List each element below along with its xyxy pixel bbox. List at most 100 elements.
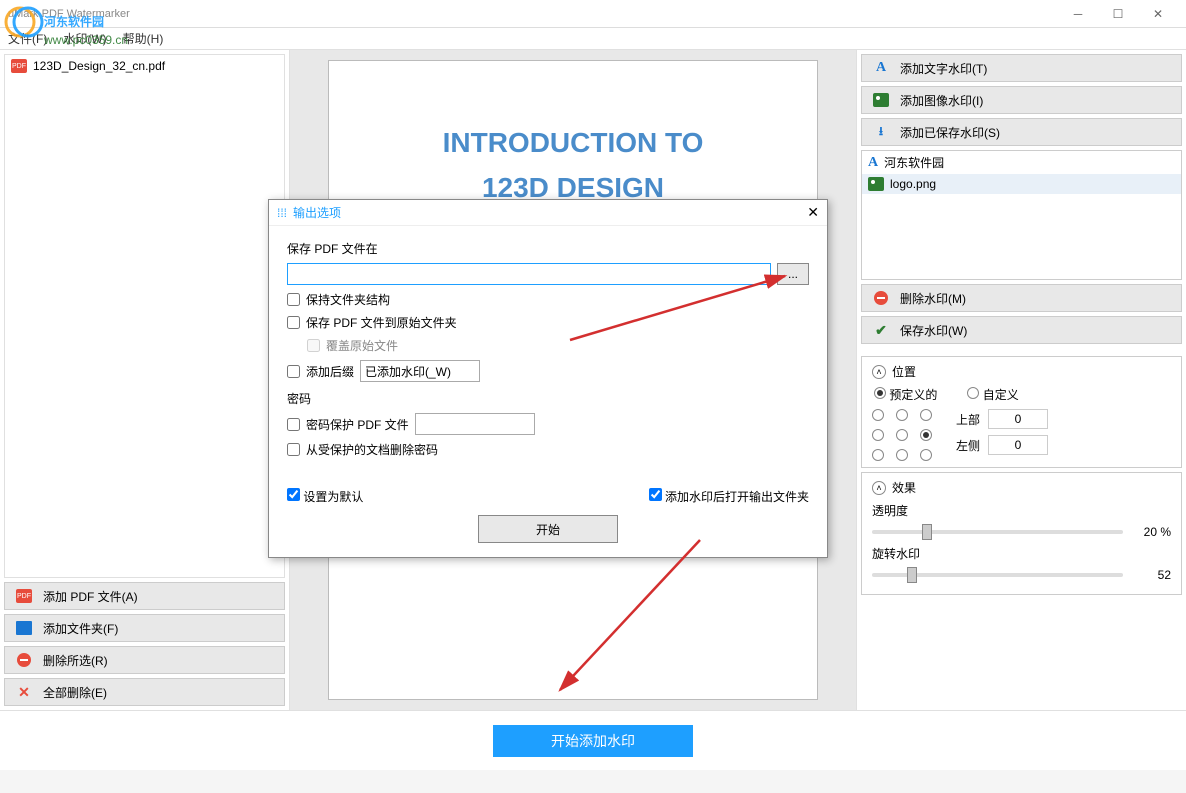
- add-suffix-label: 添加后缀: [306, 363, 354, 380]
- password-input[interactable]: [415, 413, 535, 435]
- custom-radio[interactable]: 自定义: [967, 386, 1018, 403]
- app-title: uMark PDF Watermarker: [8, 8, 130, 20]
- x-icon: ✕: [15, 684, 33, 701]
- rotate-value: 52: [1131, 568, 1171, 582]
- save-to-original-checkbox[interactable]: [287, 316, 300, 329]
- dialog-titlebar: ⁞⁞⁞ 输出选项 ✕: [269, 200, 827, 226]
- pos-tl[interactable]: [872, 409, 884, 421]
- opacity-value: 20 %: [1131, 525, 1171, 539]
- menubar: 文件(F) 水印(W) 帮助(H): [0, 28, 1186, 50]
- dialog-footer: 设置为默认 添加水印后打开输出文件夹: [269, 478, 827, 515]
- add-text-watermark-button[interactable]: A 添加文字水印(T): [861, 54, 1182, 82]
- saved-icon: ⭳: [872, 122, 890, 143]
- left-input[interactable]: [988, 435, 1048, 455]
- overwrite-label: 覆盖原始文件: [326, 337, 398, 354]
- position-inputs: 上部 左侧: [956, 409, 1048, 461]
- titlebar: uMark PDF Watermarker ─ ☐ ✕: [0, 0, 1186, 28]
- section-header[interactable]: ˄ 位置: [872, 363, 1171, 380]
- pos-tc[interactable]: [896, 409, 908, 421]
- overwrite-checkbox[interactable]: [307, 339, 320, 352]
- predefined-radio[interactable]: 预定义的: [874, 386, 937, 403]
- pos-bl[interactable]: [872, 449, 884, 461]
- position-grid-row: 上部 左侧: [872, 409, 1171, 461]
- position-section: ˄ 位置 预定义的 自定义: [861, 356, 1182, 468]
- dialog-start-button[interactable]: 开始: [478, 515, 618, 543]
- menu-help[interactable]: 帮助(H): [123, 30, 164, 47]
- pos-mr[interactable]: [920, 429, 932, 441]
- section-title: 效果: [892, 479, 916, 496]
- add-image-watermark-button[interactable]: 添加图像水印(I): [861, 86, 1182, 114]
- set-default-option[interactable]: 设置为默认: [287, 488, 363, 505]
- password-protect-checkbox[interactable]: [287, 418, 300, 431]
- browse-button[interactable]: ...: [777, 263, 809, 285]
- add-suffix-checkbox[interactable]: [287, 365, 300, 378]
- opacity-slider[interactable]: [872, 530, 1123, 534]
- remove-all-button[interactable]: ✕ 全部删除(E): [4, 678, 285, 706]
- button-label: 添加图像水印(I): [900, 92, 983, 109]
- section-title: 位置: [892, 363, 916, 380]
- page-title-line1: INTRODUCTION TO: [359, 121, 787, 166]
- file-item[interactable]: PDF 123D_Design_32_cn.pdf: [5, 55, 284, 77]
- button-label: 删除所选(R): [43, 652, 108, 669]
- dialog-body: 保存 PDF 文件在 ... 保持文件夹结构 保存 PDF 文件到原始文件夹 覆…: [269, 226, 827, 478]
- open-after-option[interactable]: 添加水印后打开输出文件夹: [649, 488, 809, 505]
- remove-icon: [15, 653, 33, 667]
- dialog-close-button[interactable]: ✕: [807, 204, 819, 221]
- position-grid[interactable]: [872, 409, 936, 461]
- pos-tr[interactable]: [920, 409, 932, 421]
- file-list[interactable]: PDF 123D_Design_32_cn.pdf: [4, 54, 285, 578]
- right-panel: A 添加文字水印(T) 添加图像水印(I) ⭳ 添加已保存水印(S) A 河东软…: [856, 50, 1186, 710]
- watermark-name: logo.png: [890, 177, 936, 191]
- watermark-item-image[interactable]: logo.png: [862, 174, 1181, 194]
- rotate-label: 旋转水印: [872, 545, 1171, 562]
- pos-bc[interactable]: [896, 449, 908, 461]
- rotate-slider-row: 52: [872, 568, 1171, 582]
- top-input[interactable]: [988, 409, 1048, 429]
- keep-structure-checkbox[interactable]: [287, 293, 300, 306]
- top-label: 上部: [956, 411, 980, 428]
- watermark-name: 河东软件园: [884, 154, 944, 171]
- rotate-slider[interactable]: [872, 573, 1123, 577]
- minimize-button[interactable]: ─: [1058, 2, 1098, 26]
- add-folder-button[interactable]: 添加文件夹(F): [4, 614, 285, 642]
- text-icon: A: [872, 60, 890, 76]
- save-to-original-label: 保存 PDF 文件到原始文件夹: [306, 314, 457, 331]
- remove-selected-button[interactable]: 删除所选(R): [4, 646, 285, 674]
- button-label: 保存水印(W): [900, 322, 967, 339]
- left-panel: PDF 123D_Design_32_cn.pdf PDF 添加 PDF 文件(…: [0, 50, 290, 710]
- maximize-button[interactable]: ☐: [1098, 2, 1138, 26]
- password-label: 密码: [287, 390, 809, 407]
- watermark-list[interactable]: A 河东软件园 logo.png: [861, 150, 1182, 280]
- pos-br[interactable]: [920, 449, 932, 461]
- menu-file[interactable]: 文件(F): [8, 30, 47, 47]
- start-watermark-button[interactable]: 开始添加水印: [493, 725, 693, 757]
- image-icon: [872, 93, 890, 107]
- button-label: 添加文件夹(F): [43, 620, 118, 637]
- folder-icon: [15, 621, 33, 635]
- remove-password-checkbox[interactable]: [287, 443, 300, 456]
- check-icon: ✔: [872, 322, 890, 339]
- opacity-slider-row: 20 %: [872, 525, 1171, 539]
- menu-watermark[interactable]: 水印(W): [63, 30, 106, 47]
- save-watermark-button[interactable]: ✔ 保存水印(W): [861, 316, 1182, 344]
- dialog-title: 输出选项: [293, 204, 341, 221]
- save-path-input[interactable]: [287, 263, 771, 285]
- button-label: 添加已保存水印(S): [900, 124, 1000, 141]
- suffix-input[interactable]: [360, 360, 480, 382]
- open-after-checkbox[interactable]: [649, 488, 662, 501]
- left-buttons: PDF 添加 PDF 文件(A) 添加文件夹(F) 删除所选(R) ✕ 全部删除…: [4, 582, 285, 706]
- window-controls: ─ ☐ ✕: [1058, 2, 1178, 26]
- add-pdf-button[interactable]: PDF 添加 PDF 文件(A): [4, 582, 285, 610]
- pdf-icon: PDF: [15, 589, 33, 603]
- password-protect-label: 密码保护 PDF 文件: [306, 416, 409, 433]
- pos-ml[interactable]: [872, 429, 884, 441]
- watermark-item-text[interactable]: A 河东软件园: [862, 151, 1181, 174]
- set-default-checkbox[interactable]: [287, 488, 300, 501]
- close-button[interactable]: ✕: [1138, 2, 1178, 26]
- add-saved-watermark-button[interactable]: ⭳ 添加已保存水印(S): [861, 118, 1182, 146]
- section-header[interactable]: ˄ 效果: [872, 479, 1171, 496]
- button-label: 删除水印(M): [900, 290, 966, 307]
- effects-section: ˄ 效果 透明度 20 % 旋转水印 52: [861, 472, 1182, 595]
- pos-mc[interactable]: [896, 429, 908, 441]
- remove-watermark-button[interactable]: 删除水印(M): [861, 284, 1182, 312]
